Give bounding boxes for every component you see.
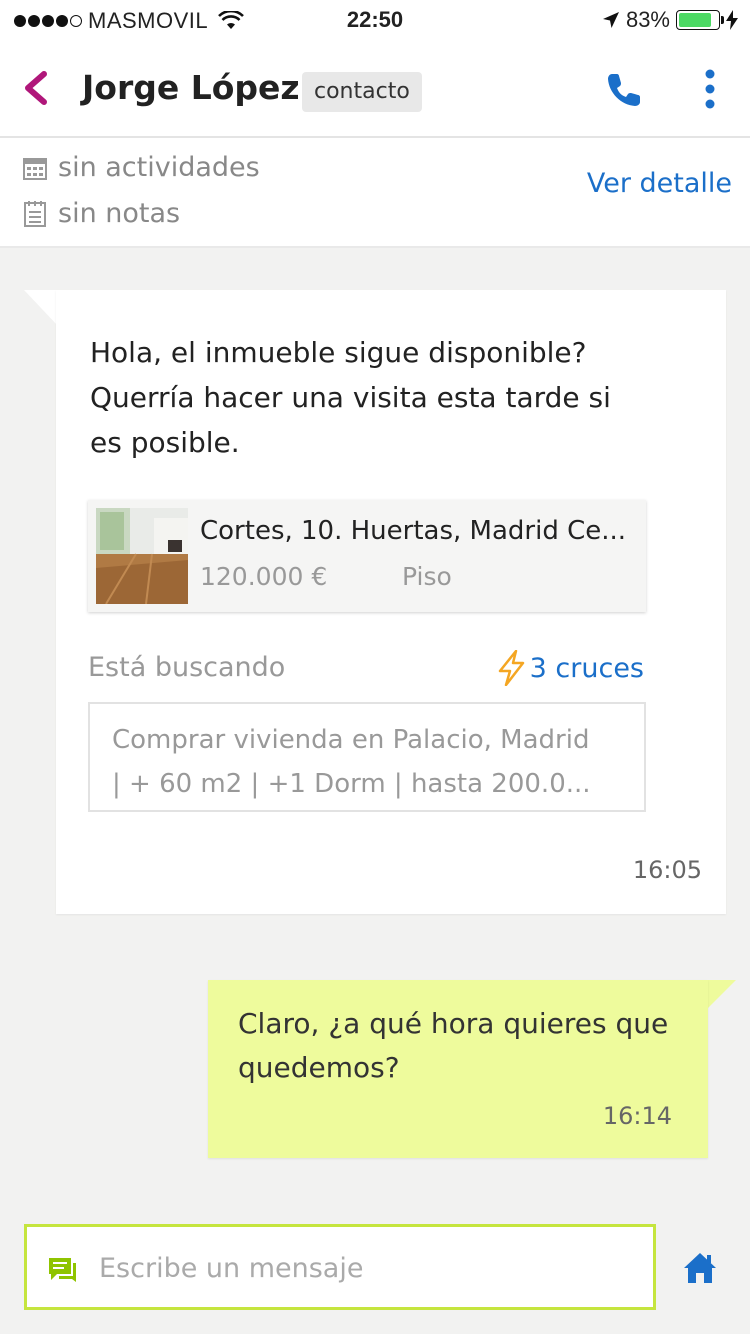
battery-percent: 83% xyxy=(625,7,670,32)
battery-fill xyxy=(679,13,711,27)
battery-icon xyxy=(676,10,724,30)
home-icon[interactable] xyxy=(682,1250,718,1286)
view-detail-link[interactable]: Ver detalle xyxy=(587,168,732,199)
outgoing-message-time: 16:14 xyxy=(602,1102,672,1130)
phone-icon[interactable] xyxy=(602,68,646,112)
activities-row: sin actividades xyxy=(22,152,260,183)
contact-summary: sin actividades sin notas Ver detalle xyxy=(0,138,750,248)
location-arrow-icon xyxy=(602,12,619,28)
lightning-icon xyxy=(498,650,524,686)
search-criteria-line2: | + 60 m2 | +1 Dorm | hasta 200.0... xyxy=(112,769,591,799)
property-type: Piso xyxy=(402,562,452,591)
calendar-icon xyxy=(23,157,47,180)
conversation-header: Jorge López contacto xyxy=(0,40,750,138)
matches-link[interactable]: 3 cruces xyxy=(496,650,644,686)
back-chevron-icon[interactable] xyxy=(18,68,54,108)
property-card[interactable]: Cortes, 10. Huertas, Madrid Ce... 120.00… xyxy=(88,500,646,612)
contact-name: Jorge López xyxy=(82,68,300,107)
matches-count: 3 cruces xyxy=(529,652,644,684)
searching-label: Está buscando xyxy=(88,652,286,683)
property-thumbnail xyxy=(96,508,188,604)
message-composer xyxy=(24,1224,656,1310)
status-right: 83% xyxy=(602,7,738,33)
outgoing-bubble-tail xyxy=(706,980,736,1010)
status-bar: MASMOVIL 22:50 83% xyxy=(0,0,750,40)
property-address: Cortes, 10. Huertas, Madrid Ce... xyxy=(200,516,627,546)
notes-icon xyxy=(24,200,46,227)
incoming-message: Hola, el inmueble sigue disponible? Quer… xyxy=(56,290,726,914)
charging-bolt-icon xyxy=(726,10,738,30)
outgoing-message: Claro, ¿a qué hora quieres que quedemos?… xyxy=(208,980,708,1158)
incoming-bubble-tail xyxy=(24,290,58,326)
property-price: 120.000 € xyxy=(200,562,328,591)
search-criteria-line1: Comprar vivienda en Palacio, Madrid xyxy=(112,725,590,755)
outgoing-message-text: Claro, ¿a qué hora quieres que quedemos? xyxy=(238,1007,669,1084)
notes-text: sin notas xyxy=(58,198,181,229)
notes-row: sin notas xyxy=(22,198,180,229)
incoming-message-text: Hola, el inmueble sigue disponible? Quer… xyxy=(90,336,611,459)
more-vertical-icon[interactable] xyxy=(700,68,720,112)
incoming-message-time: 16:05 xyxy=(632,856,702,884)
contact-type-badge: contacto xyxy=(302,72,422,112)
activities-text: sin actividades xyxy=(58,152,260,183)
chat-icon xyxy=(49,1258,76,1282)
search-criteria-box[interactable]: Comprar vivienda en Palacio, Madrid | + … xyxy=(88,702,646,812)
message-input[interactable] xyxy=(99,1247,639,1289)
